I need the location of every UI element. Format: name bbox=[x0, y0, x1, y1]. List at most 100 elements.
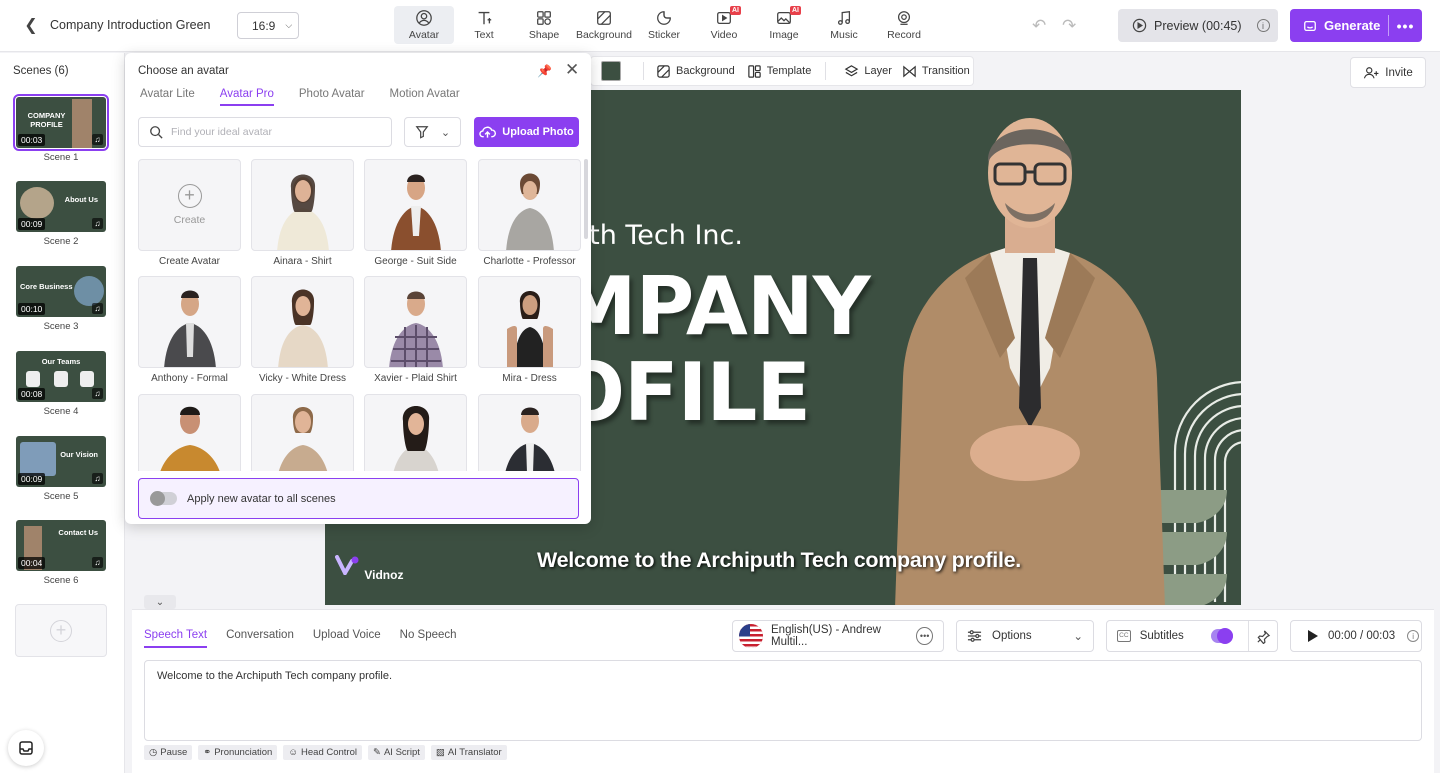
ai-badge: AI bbox=[730, 6, 741, 15]
ai-script-chip[interactable]: ✎ AI Script bbox=[368, 745, 425, 760]
voice-select[interactable]: English(US) - Andrew Multil... ••• bbox=[732, 620, 944, 652]
tool-shape[interactable]: Shape bbox=[514, 6, 574, 44]
audio-preview-control[interactable]: 00:00 / 00:03 i bbox=[1290, 620, 1422, 652]
more-options-icon[interactable]: ••• bbox=[1389, 18, 1422, 34]
tab-speech-text[interactable]: Speech Text bbox=[144, 629, 208, 648]
canvas-title-line1[interactable]: MPANY bbox=[557, 260, 871, 353]
info-icon[interactable]: i bbox=[1256, 19, 1270, 32]
head-control-chip[interactable]: ☺ Head Control bbox=[283, 745, 362, 760]
upload-photo-label: Upload Photo bbox=[502, 126, 574, 138]
avatar-card[interactable]: Anthony - Formal bbox=[138, 276, 241, 384]
avatar-card[interactable]: George - Suit Side bbox=[364, 159, 467, 267]
avatar-thumbnail bbox=[364, 159, 467, 251]
play-icon[interactable] bbox=[1307, 629, 1319, 643]
subtitles-toggle[interactable] bbox=[1210, 628, 1234, 644]
avatar-figure bbox=[164, 290, 216, 367]
chevron-down-icon: ⌄ bbox=[1073, 631, 1083, 643]
canvas-template-label: Template bbox=[766, 65, 812, 77]
background-icon bbox=[597, 11, 611, 25]
tool-avatar[interactable]: Avatar bbox=[394, 6, 454, 44]
avatar-card[interactable] bbox=[364, 394, 467, 471]
apply-all-scenes-toggle[interactable] bbox=[150, 491, 177, 506]
ai-translator-chip[interactable]: ▧ AI Translator bbox=[430, 745, 507, 760]
scene-item[interactable]: Our Teams 00:08 ♫ Scene 4 bbox=[16, 351, 106, 417]
avatar-card[interactable]: Xavier - Plaid Shirt bbox=[364, 276, 467, 384]
background-color-swatch[interactable] bbox=[601, 61, 621, 81]
preview-button[interactable]: Preview (00:45) i bbox=[1118, 9, 1278, 42]
scene-item[interactable]: Contact Us 00:04 ♫ Scene 6 bbox=[16, 520, 106, 586]
pronunciation-chip[interactable]: ⚭ Pronunciation bbox=[198, 745, 278, 760]
music-note-icon: ♫ bbox=[92, 473, 103, 484]
vidnoz-logo: Vidnoz bbox=[335, 555, 403, 582]
support-chat-button[interactable] bbox=[8, 730, 44, 766]
sticker-icon bbox=[657, 11, 671, 25]
avatar-card[interactable]: Vicky - White Dress bbox=[251, 276, 354, 384]
tab-no-speech[interactable]: No Speech bbox=[400, 629, 457, 648]
tool-record[interactable]: Record bbox=[874, 6, 934, 44]
back-arrow-icon[interactable]: ❮ bbox=[18, 12, 44, 38]
pin-icon[interactable]: 📌 bbox=[537, 64, 552, 78]
avatar-grid-scrollbar[interactable] bbox=[584, 159, 588, 239]
info-icon[interactable]: i bbox=[1407, 630, 1420, 642]
canvas-background-button[interactable]: Background bbox=[656, 64, 735, 79]
upload-photo-button[interactable]: Upload Photo bbox=[474, 117, 579, 147]
canvas-title-line2[interactable]: OFILE bbox=[557, 346, 811, 439]
canvas-layer-button[interactable]: Layer bbox=[844, 64, 892, 79]
generate-main[interactable]: Generate bbox=[1290, 18, 1388, 33]
undo-icon[interactable]: ↶ bbox=[1032, 16, 1046, 36]
avatar-name: Vicky - White Dress bbox=[258, 373, 347, 384]
tab-avatar-pro[interactable]: Avatar Pro bbox=[219, 88, 274, 106]
generate-button[interactable]: Generate ••• bbox=[1290, 9, 1422, 42]
avatar-search-input[interactable] bbox=[171, 126, 371, 138]
scene-item[interactable]: Core Business 00:10 ♫ Scene 3 bbox=[16, 266, 106, 332]
tool-background[interactable]: Background bbox=[574, 6, 634, 44]
avatar-card[interactable] bbox=[138, 394, 241, 471]
tool-sticker[interactable]: Sticker bbox=[634, 6, 694, 44]
avatar-card[interactable] bbox=[251, 394, 354, 471]
tool-image[interactable]: AI Image bbox=[754, 6, 814, 44]
aspect-ratio-select[interactable]: 16:9 ⌵ bbox=[237, 12, 299, 39]
canvas-transition-button[interactable]: Transition bbox=[902, 64, 970, 79]
presenter-avatar[interactable] bbox=[865, 108, 1195, 605]
scene-label: Scene 1 bbox=[43, 152, 79, 163]
options-select[interactable]: Options ⌄ bbox=[956, 620, 1094, 652]
close-icon[interactable]: ✕ bbox=[565, 60, 579, 80]
tab-avatar-lite[interactable]: Avatar Lite bbox=[140, 88, 195, 106]
avatar-card-create[interactable]: + Create Create Avatar bbox=[138, 159, 241, 267]
pause-chip[interactable]: ◷ Pause bbox=[144, 745, 193, 760]
create-avatar-tile[interactable]: + Create bbox=[138, 159, 241, 251]
scene-item[interactable]: Our Vision 00:09 ♫ Scene 5 bbox=[16, 436, 106, 502]
speech-text-area[interactable]: Welcome to the Archiputh Tech company pr… bbox=[144, 660, 1422, 741]
avatar-card[interactable]: Charlotte - Professor bbox=[478, 159, 581, 267]
tab-motion-avatar[interactable]: Motion Avatar bbox=[390, 88, 460, 106]
filter-button[interactable]: ⌄ bbox=[404, 117, 461, 147]
chat-icon bbox=[19, 741, 33, 755]
scene-item[interactable]: About Us 00:09 ♫ Scene 2 bbox=[16, 181, 106, 247]
invite-button[interactable]: Invite bbox=[1350, 57, 1426, 88]
project-title[interactable]: Company Introduction Green bbox=[50, 18, 211, 32]
tool-music[interactable]: Music bbox=[814, 6, 874, 44]
subtitle-style-button[interactable] bbox=[1248, 621, 1277, 651]
tool-text[interactable]: Text bbox=[454, 6, 514, 44]
tool-video[interactable]: AI Video bbox=[694, 6, 754, 44]
avatar-card[interactable]: Mira - Dress bbox=[478, 276, 581, 384]
collapse-panel-button[interactable]: ⌄ bbox=[144, 595, 176, 609]
tab-conversation[interactable]: Conversation bbox=[226, 629, 294, 648]
canvas-company-name[interactable]: uth Tech Inc. bbox=[572, 220, 743, 251]
tab-upload-voice[interactable]: Upload Voice bbox=[313, 629, 381, 648]
more-icon[interactable]: ••• bbox=[916, 627, 933, 645]
canvas-template-button[interactable]: Template bbox=[747, 64, 812, 79]
avatar-card[interactable] bbox=[478, 394, 581, 471]
tab-photo-avatar[interactable]: Photo Avatar bbox=[299, 88, 365, 106]
redo-icon[interactable]: ↷ bbox=[1062, 16, 1076, 36]
canvas-toolbar: Background Template Layer Transition bbox=[590, 56, 974, 86]
canvas-subtitle[interactable]: Welcome to the Archiputh Tech company pr… bbox=[537, 548, 1021, 573]
scene-item[interactable]: COMPANY PROFILE 00:03 ♫ Scene 1 bbox=[13, 94, 109, 163]
scene-thumbnail: Core Business 00:10 ♫ bbox=[16, 266, 106, 317]
ai-translator-label: AI Translator bbox=[447, 747, 502, 758]
speech-panel: Speech Text Conversation Upload Voice No… bbox=[132, 609, 1434, 773]
avatar-card[interactable]: Ainara - Shirt bbox=[251, 159, 354, 267]
scene-duration: 00:08 bbox=[18, 388, 46, 400]
add-scene-button[interactable]: + bbox=[15, 604, 107, 657]
transition-icon bbox=[903, 65, 916, 77]
